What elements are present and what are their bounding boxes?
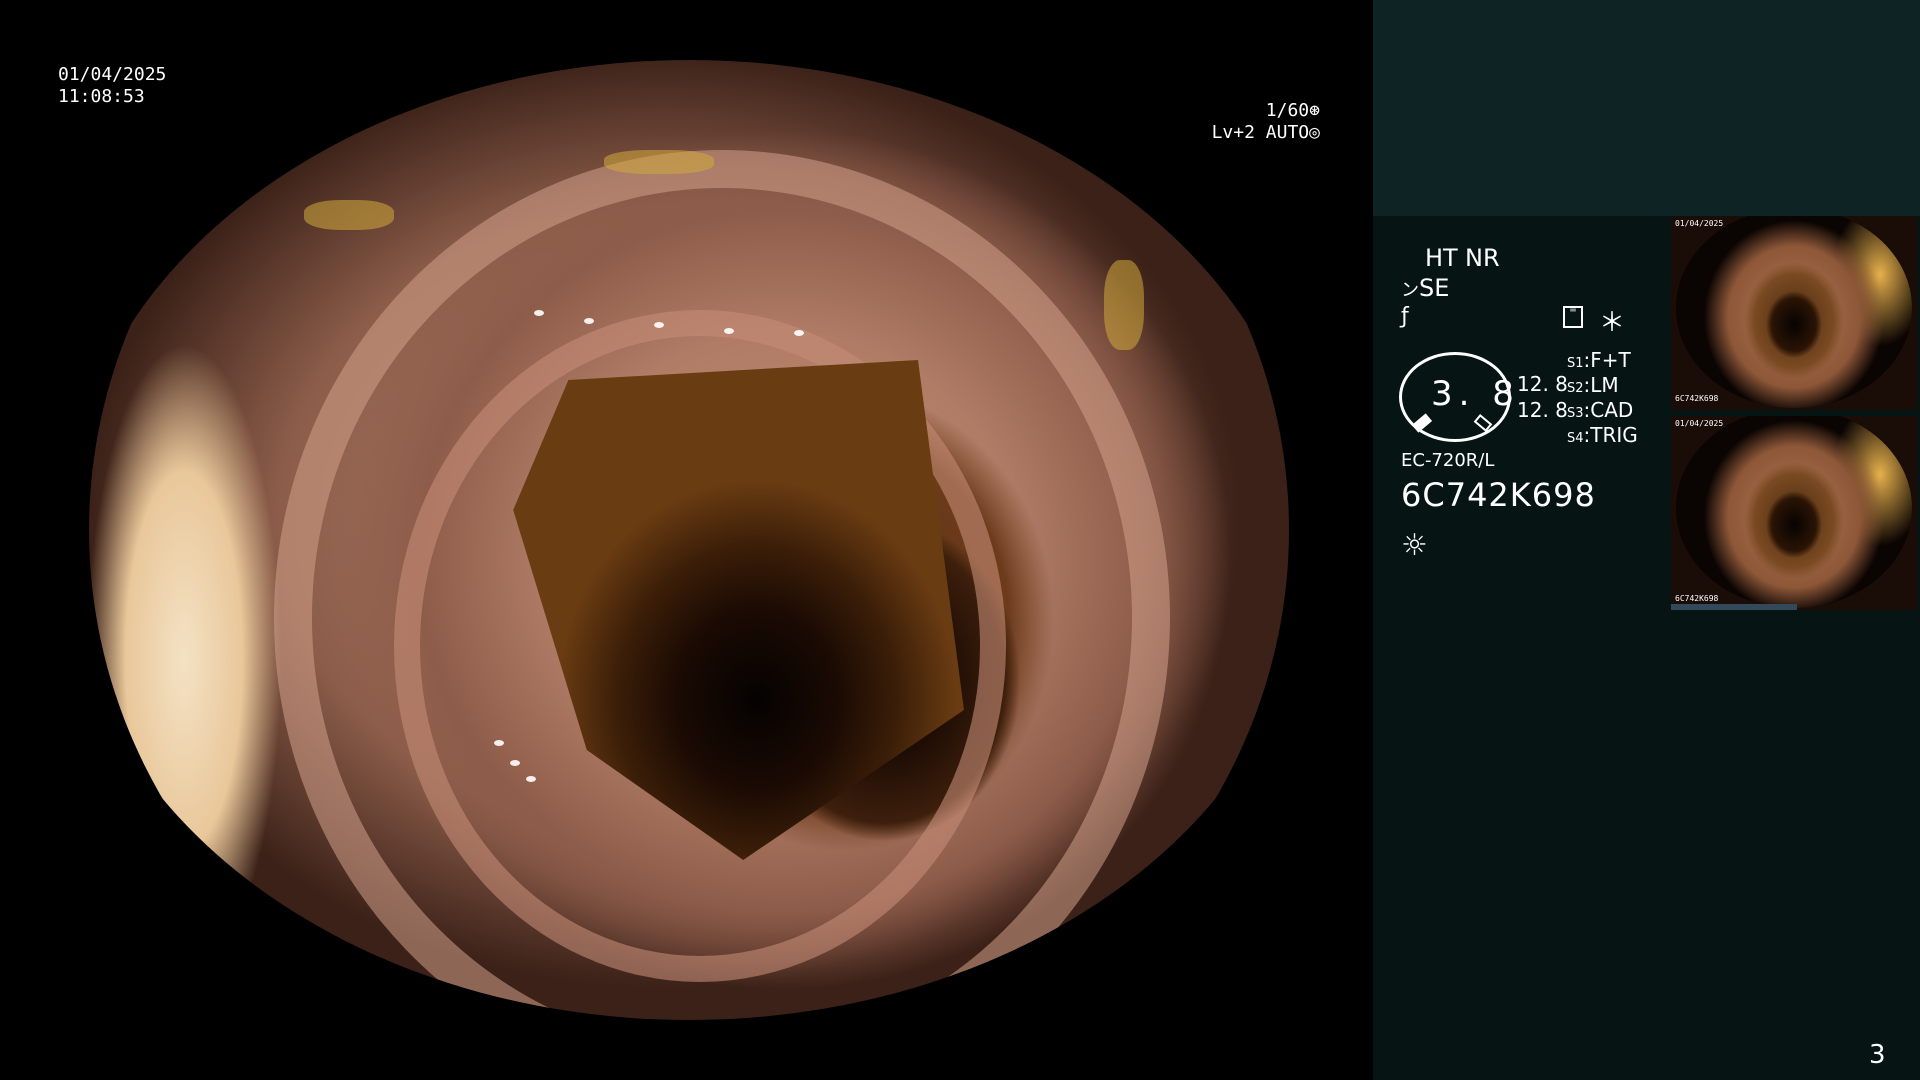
capture-time: 11:08:53 — [58, 86, 145, 107]
specular-highlight — [794, 330, 804, 336]
light-source-icon: ☼ — [1401, 528, 1428, 563]
endoscope-live-view — [89, 60, 1289, 1020]
exposure-mode: AUTO — [1265, 122, 1310, 143]
level-readout-a: 12. 8 — [1517, 372, 1568, 396]
mode-nr-label: NR — [1465, 244, 1500, 272]
hook-icon: ƒ — [1401, 304, 1409, 329]
mode-ht-label: HT — [1425, 244, 1458, 272]
star-icon: ＊ — [1599, 308, 1626, 338]
specular-highlight — [510, 760, 520, 766]
scope-model: EC-720R/L — [1401, 450, 1495, 471]
captured-image-thumbnail[interactable]: 01/04/2025 6C742K698 — [1671, 416, 1917, 610]
capture-datetime: 01/04/2025 11:08:53 — [58, 64, 166, 108]
shutter-speed: 1/60 — [1265, 100, 1310, 121]
bile-residue — [604, 150, 714, 174]
specular-highlight — [654, 322, 664, 328]
specular-highlight — [494, 740, 504, 746]
bile-residue — [304, 200, 394, 230]
page-number: 3 — [1869, 1040, 1886, 1070]
specular-highlight — [724, 328, 734, 334]
bile-residue — [1104, 260, 1144, 350]
switch-assignment: S2:LM — [1567, 373, 1619, 397]
thumbnail-serial: 6C742K698 — [1675, 394, 1719, 403]
specular-highlight — [526, 776, 536, 782]
specular-highlight — [534, 310, 544, 316]
exposure-readout: 1/60⊛ Lv+2 AUTO◎ — [1170, 100, 1320, 144]
exposure-level: Lv+2 — [1211, 122, 1255, 143]
captured-image-thumbnail[interactable]: 01/04/2025 6C742K698 — [1671, 216, 1917, 410]
mode-se-label: ンSE — [1401, 274, 1450, 302]
switch-assignment: S4:TRIG — [1567, 423, 1638, 447]
thumbnail-date: 01/04/2025 — [1675, 219, 1724, 228]
thumbnail-scroll-bar — [1671, 604, 1797, 610]
thumbnail-serial: 6C742K698 — [1675, 594, 1719, 603]
switch-assignment: S1:F+T — [1567, 348, 1631, 372]
zoom-dial-value: 3. 8 — [1431, 374, 1520, 414]
level-readout-b: 12. 8 — [1517, 398, 1568, 422]
sidebar-header-band — [1373, 0, 1920, 216]
menu-icon: ≡ — [1563, 306, 1583, 328]
specular-highlight — [584, 318, 594, 324]
thumbnail-image — [1676, 216, 1912, 408]
scope-serial-number: 6C742K698 — [1401, 476, 1596, 514]
switch-assignment: S3:CAD — [1567, 398, 1634, 422]
aperture-icon: ⊛ — [1309, 100, 1320, 121]
structure-enhance-icon: ン — [1401, 280, 1419, 301]
thumbnail-image — [1676, 416, 1912, 608]
iris-icon: ◎ — [1309, 122, 1320, 143]
thumbnail-date: 01/04/2025 — [1675, 419, 1724, 428]
capture-date: 01/04/2025 — [58, 64, 167, 85]
